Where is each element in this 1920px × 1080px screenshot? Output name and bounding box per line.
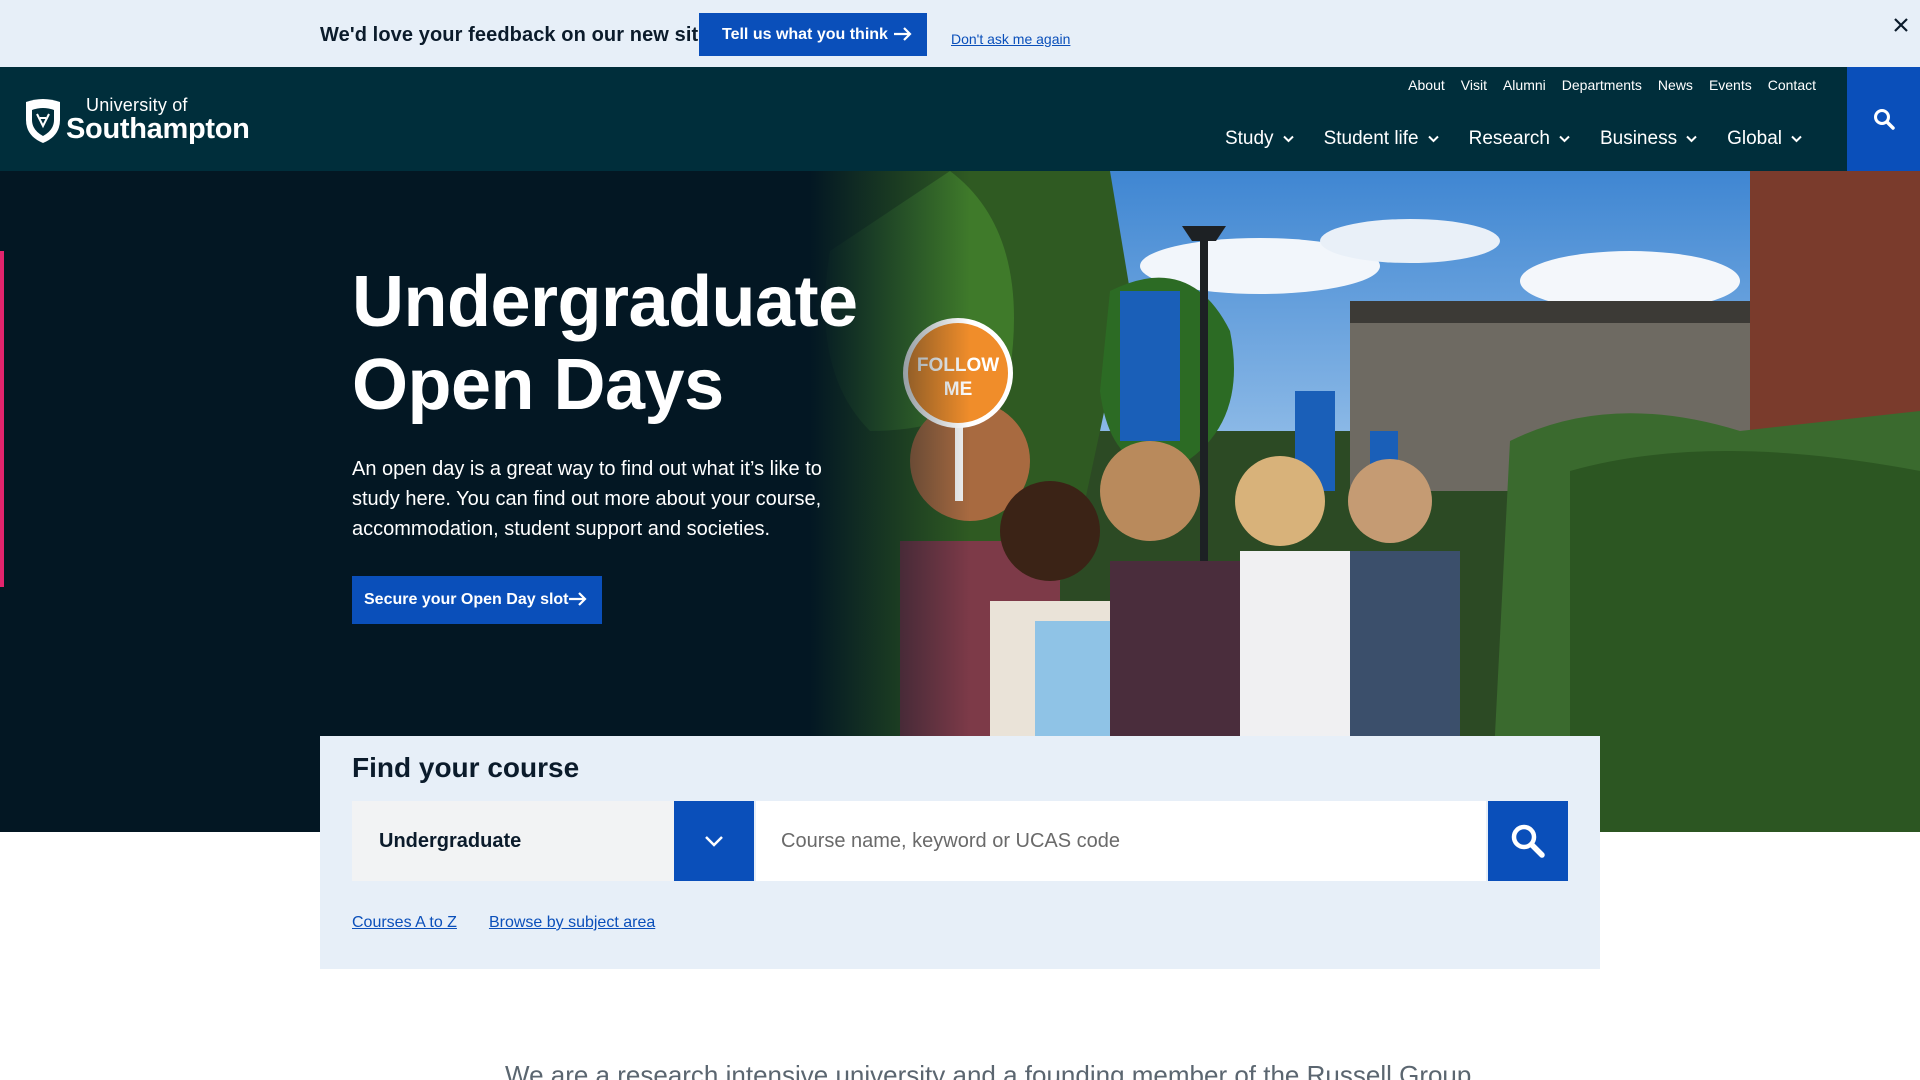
- chevron-down-icon: [1559, 135, 1570, 143]
- cta-label: Secure your Open Day slot: [364, 591, 569, 608]
- find-course-links: Courses A to Z Browse by subject area: [352, 914, 655, 932]
- study-level-dropdown-button[interactable]: [674, 801, 754, 881]
- hero-title-line2: Open Days: [352, 345, 724, 425]
- feedback-button-label: Tell us what you think: [722, 25, 888, 43]
- search-icon: [1511, 824, 1545, 858]
- course-search-input[interactable]: [756, 801, 1486, 881]
- nav-item-label: Study: [1224, 128, 1274, 149]
- nav-item-label: Student life: [1323, 128, 1419, 149]
- nav-item-label: Business: [1599, 128, 1678, 149]
- chevron-down-icon: [1427, 135, 1439, 143]
- feedback-message: We'd love your feedback on our new site: [320, 24, 710, 46]
- utility-link-events[interactable]: Events: [1709, 77, 1752, 93]
- course-search-button[interactable]: [1488, 801, 1568, 881]
- crest-icon: [26, 99, 60, 143]
- arrow-right-icon: [569, 592, 587, 606]
- site-search-button[interactable]: [1847, 67, 1920, 171]
- hero-intro: An open day is a great way to find out w…: [352, 458, 822, 540]
- utility-link-contact[interactable]: Contact: [1768, 77, 1816, 93]
- university-logo[interactable]: University of Southampton: [23, 94, 253, 146]
- hero-photo: FOLLOW ME: [810, 171, 1920, 832]
- feedback-banner: We'd love your feedback on our new site …: [0, 0, 1920, 67]
- main-nav: Study Student life Research Business Glo…: [1225, 128, 1802, 150]
- nav-item-research[interactable]: Research: [1469, 128, 1570, 150]
- chevron-down-icon: [1791, 135, 1802, 143]
- dont-ask-again-link[interactable]: Don't ask me again: [951, 31, 1070, 47]
- study-level-select[interactable]: Undergraduate: [352, 801, 674, 881]
- logo-line2: Southampton: [66, 113, 250, 145]
- nav-item-label: Research: [1468, 128, 1550, 149]
- close-icon[interactable]: [1892, 16, 1910, 34]
- research-statement: We are a research intensive university a…: [505, 1060, 1472, 1080]
- arrow-right-icon: [894, 27, 912, 41]
- utility-link-alumni[interactable]: Alumni: [1503, 77, 1546, 93]
- logo-line1: University of: [86, 95, 188, 115]
- site-header: University of Southampton About Visit Al…: [0, 67, 1920, 171]
- feedback-button[interactable]: Tell us what you think: [699, 13, 927, 56]
- courses-a-to-z-link[interactable]: Courses A to Z: [352, 914, 457, 932]
- nav-item-global[interactable]: Global: [1727, 128, 1802, 150]
- find-course-panel: Find your course Undergraduate Courses A…: [320, 736, 1600, 969]
- utility-link-news[interactable]: News: [1658, 77, 1693, 93]
- nav-item-study[interactable]: Study: [1225, 128, 1294, 150]
- nav-item-student-life[interactable]: Student life: [1324, 128, 1439, 150]
- chevron-down-icon: [705, 836, 723, 847]
- hero-title: Undergraduate Open Days: [352, 261, 912, 427]
- chevron-down-icon: [1282, 135, 1294, 143]
- find-course-heading: Find your course: [352, 752, 580, 783]
- nav-item-label: Global: [1727, 128, 1782, 149]
- utility-link-visit[interactable]: Visit: [1461, 77, 1487, 93]
- utility-link-about[interactable]: About: [1408, 77, 1445, 93]
- browse-subject-link[interactable]: Browse by subject area: [489, 914, 655, 932]
- study-level-value: Undergraduate: [379, 829, 522, 852]
- secure-open-day-button[interactable]: Secure your Open Day slot: [352, 576, 602, 624]
- accent-bar: [0, 251, 4, 587]
- search-icon: [1873, 109, 1895, 130]
- hero-title-line1: Undergraduate: [352, 262, 858, 342]
- chevron-down-icon: [1686, 135, 1697, 143]
- utility-link-departments[interactable]: Departments: [1562, 77, 1642, 93]
- utility-nav: About Visit Alumni Departments News Even…: [1408, 77, 1816, 93]
- hero-photo-illustration: FOLLOW ME: [810, 171, 1920, 832]
- nav-item-business[interactable]: Business: [1600, 128, 1697, 150]
- hero-section: FOLLOW ME Undergraduate Open Days An ope…: [0, 171, 1920, 832]
